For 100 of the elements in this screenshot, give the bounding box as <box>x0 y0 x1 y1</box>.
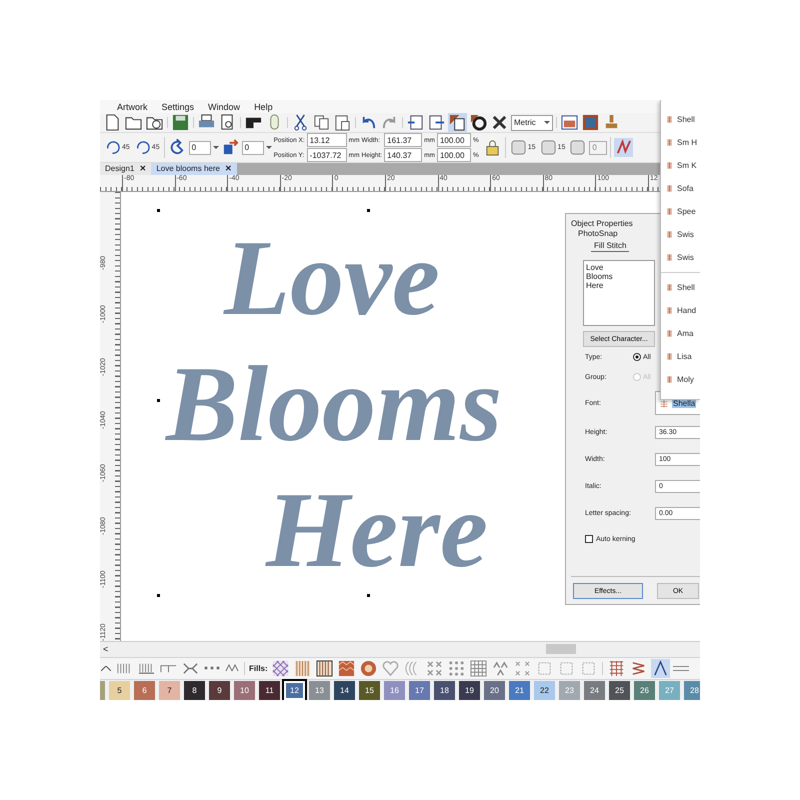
embroidery-text: Blooms <box>166 344 502 466</box>
color-swatch[interactable]: 20 <box>484 680 505 700</box>
color-swatch[interactable]: 26 <box>634 680 655 700</box>
scroll-left-button[interactable]: < <box>100 644 112 654</box>
slant-icon <box>222 139 239 156</box>
color-swatch[interactable]: 28 <box>684 680 700 700</box>
fill-pattern-icon <box>492 660 509 677</box>
color-swatch[interactable]: 15 <box>359 680 380 700</box>
spin-icon <box>266 146 272 150</box>
position-field[interactable]: 13.12 <box>306 133 347 148</box>
color-swatch[interactable]: 14 <box>334 680 355 700</box>
selection-handle[interactable] <box>157 208 160 212</box>
close-tab-button[interactable]: ✕ <box>224 164 232 174</box>
font-option[interactable]: Shell <box>661 276 700 299</box>
dots-button[interactable] <box>203 665 221 672</box>
document-tab[interactable]: Design1 ✕ <box>100 163 152 175</box>
color-swatch[interactable]: 5 <box>109 680 130 700</box>
font-option[interactable]: Sm K <box>661 154 700 177</box>
document-tab[interactable]: Love blooms here ✕ <box>151 163 237 175</box>
collapse-button[interactable] <box>100 664 112 672</box>
v-shape-icon <box>652 660 669 677</box>
copy-button[interactable] <box>312 113 331 132</box>
step-button[interactable] <box>568 138 588 158</box>
radio-button[interactable] <box>633 353 641 361</box>
zigzag-icon <box>630 660 647 677</box>
font-option[interactable]: Spee <box>661 200 700 223</box>
color-swatch[interactable]: 21 <box>509 680 530 700</box>
fill-pattern-icon <box>360 660 377 677</box>
properties-button[interactable] <box>448 113 467 132</box>
size-field[interactable]: 161.37 <box>384 133 422 148</box>
selection-handle[interactable] <box>157 594 160 597</box>
color-swatch[interactable]: 19 <box>459 680 480 700</box>
menu-item[interactable]: Window <box>208 102 240 112</box>
rotate-icon <box>168 139 186 156</box>
color-swatch[interactable]: 22 <box>534 680 555 700</box>
font-icon <box>666 139 673 146</box>
font-option[interactable]: Sm H <box>661 131 700 154</box>
zigzag-icon <box>615 139 632 156</box>
position-field[interactable]: -1037.72 <box>306 148 347 162</box>
tab-label: Love blooms here <box>156 164 220 174</box>
save-button[interactable] <box>171 113 190 132</box>
color-swatch[interactable]: 25 <box>609 680 630 700</box>
export-button[interactable] <box>427 113 446 132</box>
text-input-field[interactable]: Love Blooms Here <box>583 260 655 326</box>
color-swatch[interactable]: 18 <box>434 680 455 700</box>
caret-up-icon <box>101 666 111 671</box>
font-option[interactable]: Ama <box>661 322 700 345</box>
tab-label: Design1 <box>105 164 134 174</box>
fill-pattern-icon <box>448 660 465 677</box>
fill-pattern-icon <box>536 660 553 677</box>
font-option[interactable]: Swis <box>661 223 700 246</box>
panel-tab[interactable]: PhotoSnap <box>575 228 621 240</box>
selection-handle[interactable] <box>367 594 370 597</box>
fill-pattern-icon <box>514 660 531 677</box>
paste-button[interactable] <box>333 113 352 132</box>
selection-handle[interactable] <box>367 208 370 212</box>
color-swatch[interactable]: 11 <box>259 680 280 700</box>
menu-item[interactable]: Artwork <box>117 102 148 112</box>
color-swatch[interactable]: 24 <box>584 680 605 700</box>
menu-item[interactable]: Help <box>254 102 273 112</box>
color-swatch[interactable]: 7 <box>159 680 180 700</box>
checkbox[interactable] <box>585 535 593 543</box>
font-option[interactable]: Hand <box>661 299 700 322</box>
font-option[interactable]: Shell <box>661 108 700 131</box>
selection-handle[interactable] <box>157 398 160 402</box>
save-icon <box>172 114 189 132</box>
dots-icon <box>204 666 220 670</box>
fill-pattern-button[interactable] <box>314 658 334 678</box>
tile-icon <box>540 139 557 156</box>
panel-tab[interactable]: Fill Stitch <box>591 240 630 252</box>
font-option[interactable]: Moly <box>661 368 700 391</box>
font-icon <box>666 307 673 314</box>
units-dropdown[interactable]: Metric <box>511 114 553 131</box>
fill-pattern-icon <box>382 660 399 677</box>
picture-button[interactable] <box>560 113 579 132</box>
stitch-type-button[interactable] <box>650 658 670 678</box>
import-button[interactable] <box>406 113 425 132</box>
size-field[interactable]: 140.37 <box>384 148 422 162</box>
close-tab-button[interactable]: ✕ <box>139 164 146 174</box>
color-swatch[interactable]: 12 <box>284 680 305 700</box>
color-swatch[interactable]: 8 <box>184 680 205 700</box>
slant-field[interactable]: 0 <box>242 140 264 155</box>
font-icon <box>666 284 673 291</box>
rotation-field[interactable]: 0 <box>188 140 211 155</box>
settings-button[interactable] <box>469 113 488 132</box>
color-swatch[interactable]: 10 <box>234 680 255 700</box>
scrollbar-thumb[interactable] <box>546 644 576 654</box>
scale-field[interactable]: 100.00 <box>436 148 471 162</box>
zigzag-button[interactable] <box>614 138 634 158</box>
fill-pattern-icon <box>470 660 487 677</box>
cut-icon <box>292 114 309 132</box>
font-option[interactable]: Lisa <box>661 345 700 368</box>
scale-field[interactable]: 100.00 <box>436 133 471 148</box>
font-option[interactable]: Swis <box>661 246 700 269</box>
color-swatch[interactable]: 9 <box>209 680 230 700</box>
fill-pattern-icon <box>558 660 575 677</box>
color-swatch[interactable]: 17 <box>409 680 430 700</box>
menu-item[interactable]: Settings <box>162 102 194 112</box>
color-swatch[interactable]: 6 <box>134 680 155 700</box>
triple-stitch-button[interactable] <box>224 663 240 674</box>
